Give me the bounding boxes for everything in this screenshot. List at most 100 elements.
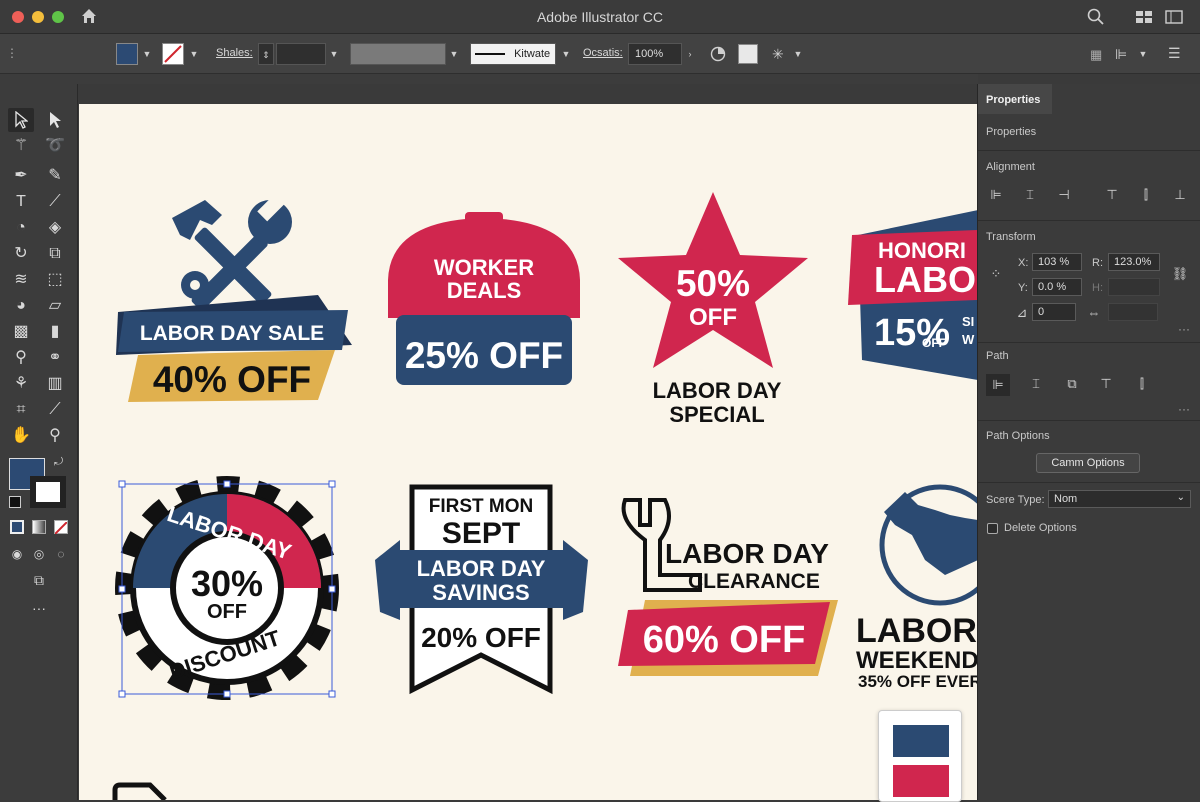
stroke-style-field[interactable]: Kitwate — [470, 43, 556, 65]
badge-labor-day-sale[interactable]: LABOR DAY SALE 40% OFF — [116, 194, 352, 402]
free-transform-tool-icon[interactable]: ⬚ — [42, 268, 68, 292]
rotate-tool-icon[interactable]: ↻ — [8, 242, 34, 266]
title-bar: Adobe Illustrator CC — [0, 0, 1200, 34]
panel-toggle-icon[interactable] — [1165, 10, 1183, 24]
hand-tool-icon[interactable]: ✋ — [8, 424, 34, 448]
align-bottom-icon[interactable]: ⊥ — [1170, 187, 1190, 203]
puppet-warp-icon[interactable]: ✳ — [772, 46, 788, 62]
align-top-icon[interactable]: ⊤ — [1102, 187, 1122, 203]
blend-tool-icon[interactable]: ⚭ — [42, 346, 68, 370]
opacity-field[interactable]: 100% — [628, 43, 682, 65]
path-distribute-icon[interactable]: ⧉ — [1062, 376, 1082, 392]
screen-mode-icon[interactable]: ⧉ — [26, 568, 52, 592]
badge-worker-deals[interactable]: WORKER DEALS 25% OFF — [388, 212, 580, 385]
scere-type-select[interactable]: Nom ⌄ — [1048, 490, 1191, 508]
eyedropper-tool-icon[interactable]: ⚲ — [8, 346, 34, 370]
badge-honoring-labor[interactable]: HONORI LABO 15% OFF SI W — [848, 210, 977, 380]
path-align-left-icon[interactable]: ⊫ — [986, 374, 1010, 396]
graph-tool-icon[interactable]: ▥ — [42, 372, 68, 396]
workspace-icon[interactable] — [1135, 10, 1153, 24]
paintbrush-tool-icon[interactable]: ⟋ — [42, 190, 68, 214]
reference-point-icon[interactable]: ⁘ — [986, 266, 1006, 282]
lasso-tool-icon[interactable]: ➰ — [42, 134, 68, 158]
badge-first-mon-sept[interactable]: FIRST MON SEPT LABOR DAY SAVINGS 20% OFF — [375, 484, 588, 695]
gradient-tool-icon[interactable]: ▮ — [42, 320, 68, 344]
perspective-grid-tool-icon[interactable]: ▱ — [42, 294, 68, 318]
constrain-proportions-icon[interactable]: ⛓ — [1170, 266, 1190, 282]
y-field[interactable]: 0.0 % — [1032, 278, 1082, 296]
align-right-icon[interactable]: ⊣ — [1054, 187, 1074, 203]
more-options-icon[interactable]: ··· — [1178, 322, 1190, 336]
align-middle-icon[interactable]: ⫿ — [1136, 187, 1156, 203]
more-options-icon[interactable]: ··· — [1178, 402, 1190, 416]
badge-labor-day-special[interactable]: 50% OFF LABOR DAY SPECIAL — [618, 192, 808, 427]
red-swatch[interactable] — [893, 765, 949, 797]
eraser-tool-icon[interactable]: ◈ — [42, 216, 68, 240]
shape-builder-tool-icon[interactable]: ◕ — [8, 294, 34, 318]
badge-7-line-3: 60% OFF — [643, 619, 806, 661]
tab-properties[interactable]: Properties — [978, 84, 1052, 114]
scale-tool-icon[interactable]: ⧉ — [42, 242, 68, 266]
shear-field[interactable] — [1108, 303, 1158, 321]
chevron-down-icon[interactable]: ▼ — [186, 43, 202, 65]
r-field[interactable]: 123.0% — [1108, 253, 1160, 271]
none-mode-icon[interactable] — [54, 520, 68, 535]
artboard-tool-icon[interactable]: ⌗ — [8, 398, 34, 422]
path-options-heading: Path Options — [986, 430, 1050, 442]
stroke-color-swatch[interactable] — [162, 43, 184, 65]
selection-tool-icon[interactable] — [8, 108, 34, 132]
arrange-icon[interactable]: ▦ — [1090, 47, 1102, 63]
chevron-down-icon[interactable]: ▼ — [326, 43, 342, 65]
path-align-center-icon[interactable]: ⌶ — [1026, 376, 1046, 392]
align-left-icon[interactable]: ⊫ — [986, 187, 1006, 203]
align-icon[interactable]: ⊫ — [1115, 46, 1127, 63]
mesh-tool-icon[interactable]: ▩ — [8, 320, 34, 344]
style-swatch[interactable] — [738, 44, 758, 64]
path-align-bottom-icon[interactable]: ⫿ — [1132, 376, 1152, 392]
search-icon[interactable] — [1087, 8, 1105, 26]
default-colors-icon[interactable] — [9, 496, 21, 508]
more-tools-icon[interactable]: ··· — [26, 596, 52, 620]
artboard[interactable]: LABOR DAY SALE 40% OFF WORKER DEALS 25% … — [79, 104, 977, 800]
brush-field[interactable] — [350, 43, 446, 65]
camm-options-button[interactable]: Camm Options — [1036, 453, 1140, 473]
chevron-right-icon[interactable]: › — [682, 43, 698, 65]
badge-6-line-2: SEPT — [442, 517, 520, 550]
symbol-sprayer-tool-icon[interactable]: ⚘ — [8, 372, 34, 396]
pen-tool-icon[interactable]: ✒ — [8, 164, 34, 188]
shaper-tool-icon[interactable]: ◔ — [8, 216, 34, 240]
zoom-tool-icon[interactable]: ⚲ — [42, 424, 68, 448]
h-field[interactable] — [1108, 278, 1160, 296]
badge-6-line-3: LABOR DAY — [417, 556, 546, 581]
navy-swatch[interactable] — [893, 725, 949, 757]
direct-selection-tool-icon[interactable] — [42, 108, 68, 132]
gradient-mode-icon[interactable] — [32, 520, 46, 534]
recolor-icon[interactable] — [710, 46, 726, 62]
badge-labor-day-discount[interactable]: LABOR DAY 30% OFF DISCOUNT — [115, 476, 339, 700]
chevron-down-icon[interactable]: ▼ — [790, 43, 806, 65]
fill-color-swatch[interactable] — [116, 43, 138, 65]
align-center-icon[interactable]: ⌶ — [1020, 187, 1040, 203]
warp-tool-icon[interactable]: ≋ — [8, 268, 34, 292]
draw-behind-icon[interactable]: ◌ — [48, 542, 74, 566]
badge-labor-day-clearance[interactable]: LABOR DAY CLEARANCE 60% OFF — [618, 498, 838, 676]
menu-icon[interactable]: ☰ — [1168, 45, 1181, 62]
swap-colors-icon[interactable]: ⤾ — [54, 456, 63, 469]
stroke-color-box[interactable] — [30, 476, 66, 508]
angle-field[interactable]: 0 — [1032, 303, 1076, 321]
type-tool-icon[interactable]: T — [8, 190, 34, 214]
x-field[interactable]: 103 % — [1032, 253, 1082, 271]
slice-tool-icon[interactable]: ⟋ — [42, 398, 68, 422]
stepper-icon[interactable]: ⇕ — [258, 43, 274, 65]
delete-options-checkbox[interactable] — [987, 523, 998, 534]
path-align-top-icon[interactable]: ⊤ — [1096, 376, 1116, 392]
magic-wand-tool-icon[interactable]: ⚚ — [8, 134, 34, 158]
chevron-down-icon[interactable]: ▼ — [1135, 43, 1151, 65]
chevron-down-icon[interactable]: ▼ — [558, 43, 574, 65]
chevron-down-icon[interactable]: ▼ — [446, 43, 462, 65]
color-mode-icon[interactable] — [10, 520, 24, 534]
badge-labor-weekend[interactable]: LABOR WEEKEND 35% OFF EVER — [856, 484, 977, 691]
chevron-down-icon[interactable]: ▼ — [139, 43, 155, 65]
curvature-tool-icon[interactable]: ✎ — [42, 164, 68, 188]
shapes-field[interactable] — [276, 43, 326, 65]
